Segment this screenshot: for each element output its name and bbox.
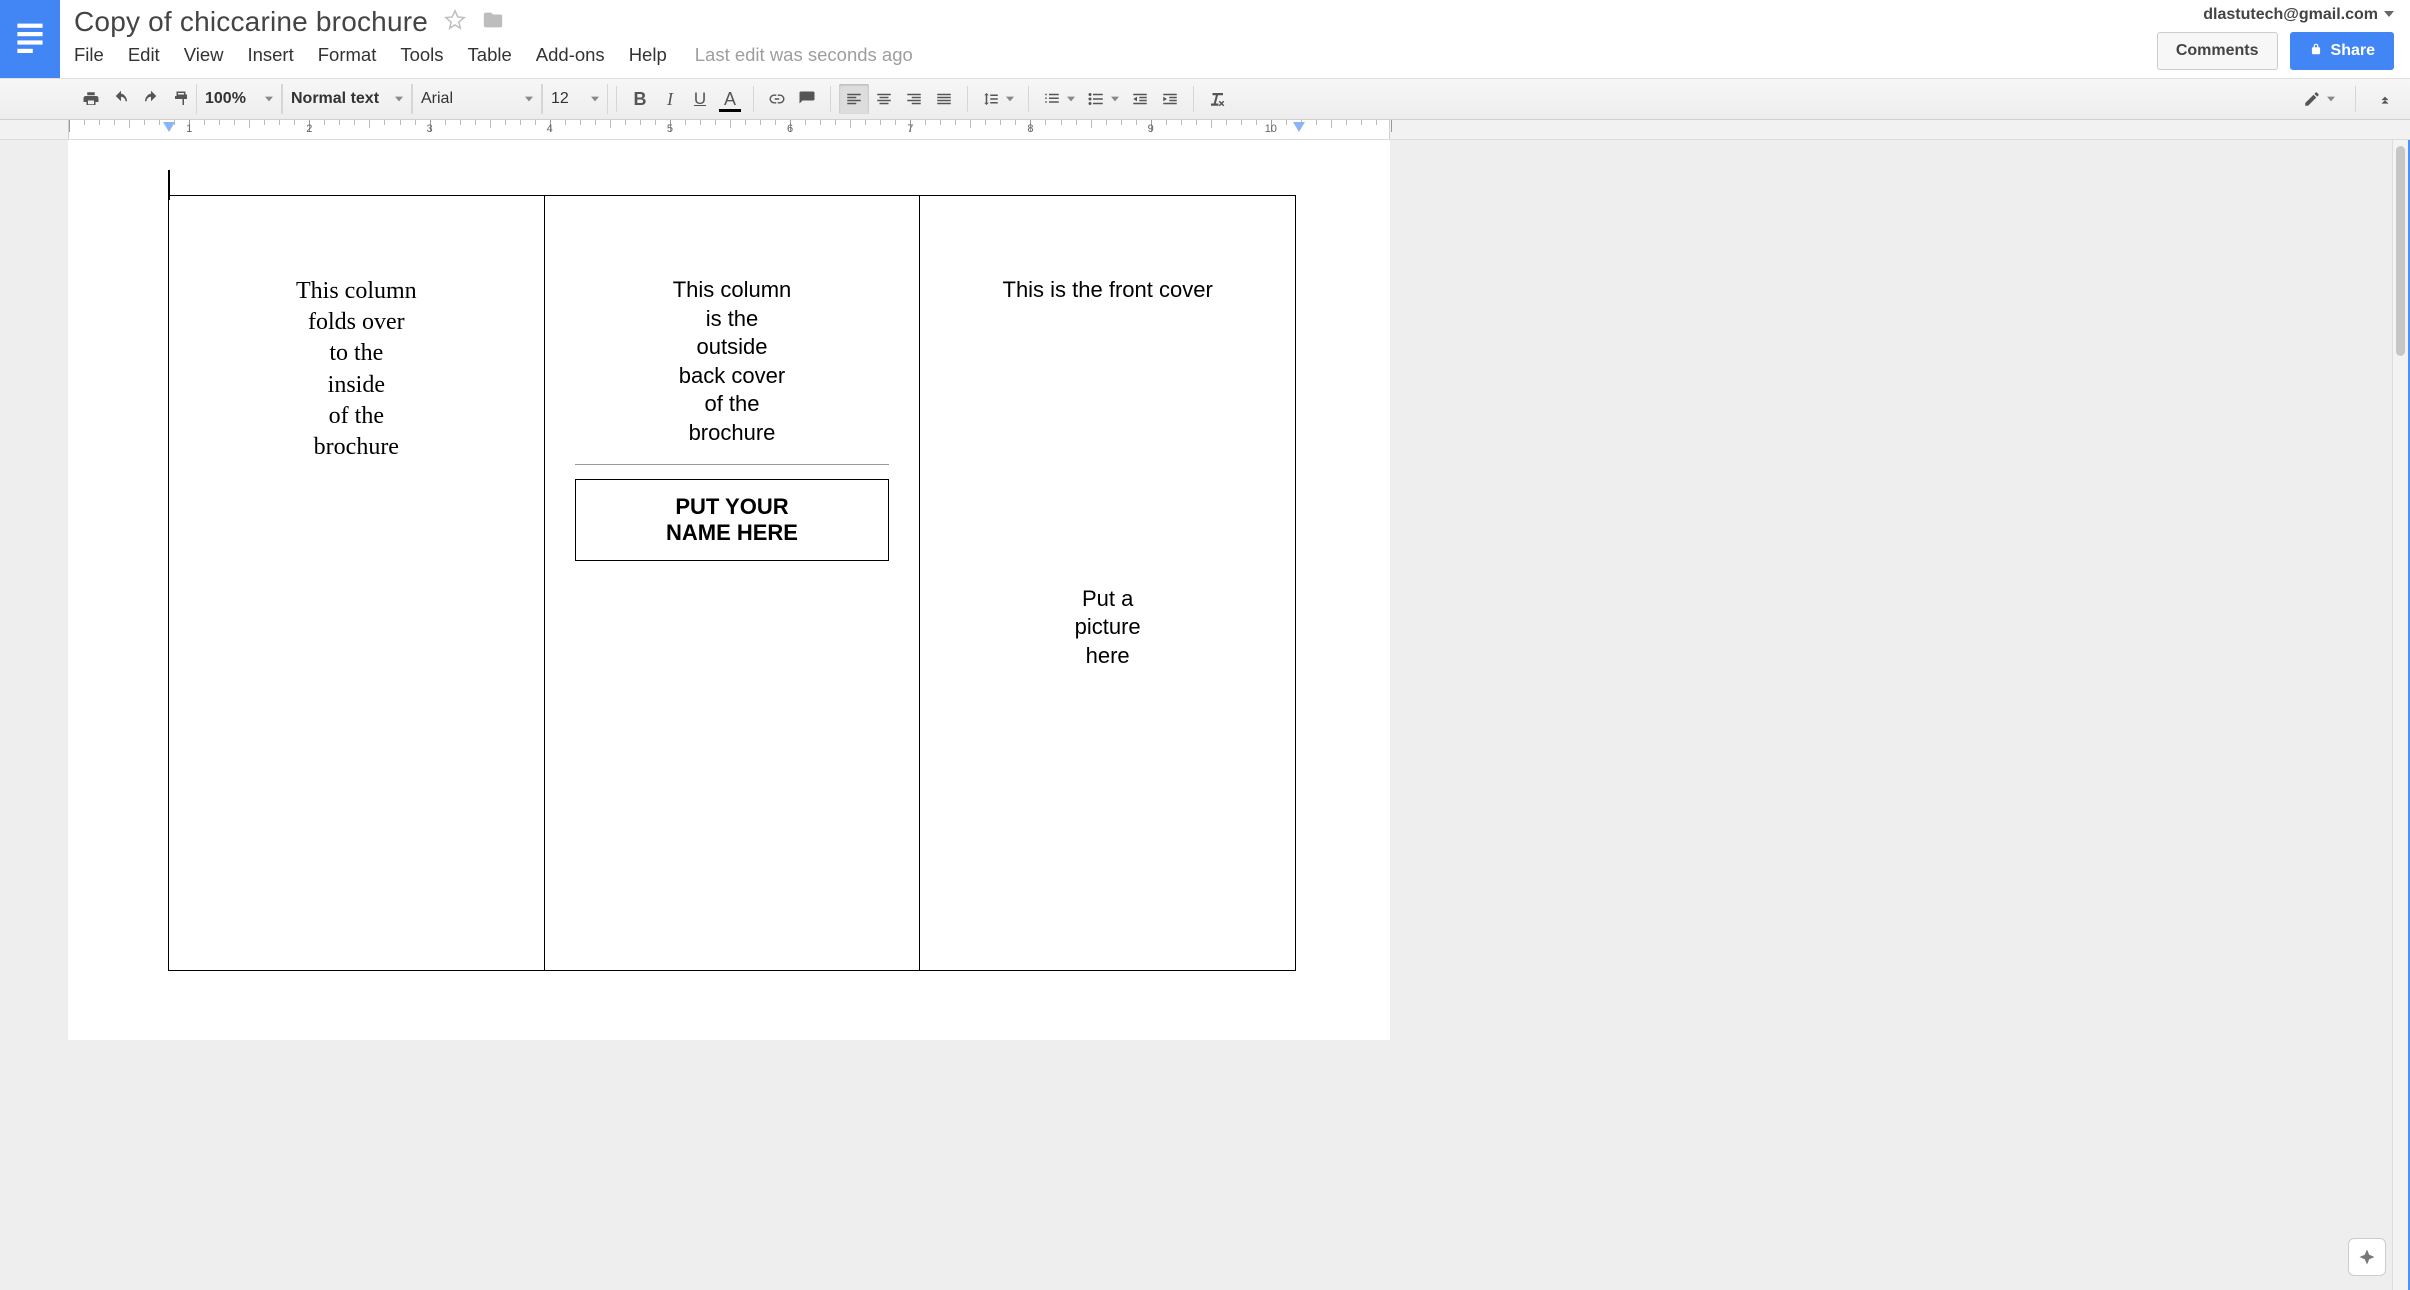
chevron-down-icon (265, 90, 273, 108)
redo-button[interactable] (136, 84, 166, 114)
right-indent-marker[interactable] (1293, 122, 1305, 132)
menu-addons[interactable]: Add-ons (536, 44, 605, 66)
insert-link-button[interactable] (762, 84, 792, 114)
app-home-button[interactable] (0, 0, 60, 78)
left-indent-marker[interactable] (163, 122, 175, 132)
comments-button[interactable]: Comments (2157, 32, 2278, 70)
scrollbar-thumb[interactable] (2396, 146, 2405, 356)
hide-menus-button[interactable] (2370, 84, 2400, 114)
chevron-down-icon (1067, 90, 1075, 108)
share-label: Share (2331, 42, 2375, 60)
table-row: This column folds over to the inside of … (169, 196, 1296, 971)
menu-file[interactable]: File (74, 44, 104, 66)
share-button[interactable]: Share (2290, 32, 2394, 70)
document-canvas[interactable]: This column folds over to the inside of … (0, 140, 2410, 1290)
ruler-label: 3 (426, 123, 432, 135)
underline-button[interactable]: U (685, 84, 715, 114)
chevron-down-icon (2327, 90, 2335, 108)
ruler-label: 9 (1148, 123, 1154, 135)
comments-label: Comments (2176, 42, 2259, 60)
menu-insert[interactable]: Insert (247, 44, 293, 66)
ruler-label: 7 (907, 123, 913, 135)
menu-format[interactable]: Format (318, 44, 377, 66)
move-to-folder-icon[interactable] (482, 9, 504, 36)
align-right-button[interactable] (899, 84, 929, 114)
paragraph-style-combo[interactable]: Normal text (282, 84, 412, 114)
col1-text: This column folds over to the inside of … (189, 276, 524, 463)
menu-bar: File Edit View Insert Format Tools Table… (74, 44, 2410, 66)
ruler-label: 4 (547, 123, 553, 135)
doc-title[interactable]: Copy of chiccarine brochure (74, 6, 428, 38)
line-spacing-button[interactable] (976, 84, 1020, 114)
menu-view[interactable]: View (184, 44, 224, 66)
ruler-label: 6 (787, 123, 793, 135)
brochure-table[interactable]: This column folds over to the inside of … (168, 195, 1296, 971)
numbered-list-button[interactable] (1037, 84, 1081, 114)
name-placeholder-box[interactable]: PUT YOUR NAME HERE (575, 479, 890, 561)
editing-mode-button[interactable] (2297, 84, 2341, 114)
front-cover-text: This is the front cover (940, 276, 1275, 305)
account-menu[interactable]: dlastutech@gmail.com (2203, 6, 2394, 24)
lock-icon (2309, 42, 2323, 61)
ruler-label: 2 (306, 123, 312, 135)
explore-icon (2358, 1248, 2376, 1266)
docs-app-icon (13, 18, 47, 60)
menu-table[interactable]: Table (468, 44, 512, 66)
italic-button[interactable]: I (655, 84, 685, 114)
paint-format-button[interactable] (166, 84, 196, 114)
account-email: dlastutech@gmail.com (2203, 6, 2378, 24)
chevron-down-icon (1111, 90, 1119, 108)
align-center-button[interactable] (869, 84, 899, 114)
font-family-value: Arial (421, 90, 453, 108)
align-left-button[interactable] (839, 84, 869, 114)
ruler-label: 8 (1027, 123, 1033, 135)
paragraph-style-value: Normal text (291, 90, 379, 108)
chevron-down-icon (525, 90, 533, 108)
col2-text: This column is the outside back cover of… (565, 276, 900, 448)
chevron-down-icon (591, 90, 599, 108)
text-color-button[interactable]: A (715, 84, 745, 114)
page[interactable]: This column folds over to the inside of … (68, 140, 1390, 1040)
decrease-indent-button[interactable] (1125, 84, 1155, 114)
bulleted-list-button[interactable] (1081, 84, 1125, 114)
star-icon[interactable] (444, 9, 466, 36)
ruler-label: 1 (186, 123, 192, 135)
bold-button[interactable]: B (625, 84, 655, 114)
last-edit-text: Last edit was seconds ago (695, 44, 913, 66)
font-size-value: 12 (551, 90, 569, 108)
ruler-label: 10 (1265, 123, 1277, 135)
picture-placeholder-text: Put a picture here (940, 585, 1275, 671)
align-justify-button[interactable] (929, 84, 959, 114)
horizontal-ruler[interactable]: 1 2 3 4 5 6 7 8 9 10 (0, 120, 2410, 140)
divider (575, 464, 890, 465)
text-cursor (168, 170, 170, 200)
insert-comment-button[interactable] (792, 84, 822, 114)
brochure-col-2[interactable]: This column is the outside back cover of… (544, 196, 920, 971)
zoom-combo[interactable]: 100% (196, 84, 282, 114)
toolbar: 100% Normal text Arial 12 B I U A (0, 78, 2410, 120)
explore-button[interactable] (2348, 1238, 2386, 1276)
font-family-combo[interactable]: Arial (412, 84, 542, 114)
menu-tools[interactable]: Tools (400, 44, 443, 66)
undo-button[interactable] (106, 84, 136, 114)
print-button[interactable] (76, 84, 106, 114)
menu-edit[interactable]: Edit (128, 44, 160, 66)
vertical-scrollbar[interactable] (2392, 140, 2410, 1290)
font-size-combo[interactable]: 12 (542, 84, 608, 114)
menu-help[interactable]: Help (629, 44, 667, 66)
chevron-down-icon (395, 90, 403, 108)
ruler-label: 5 (667, 123, 673, 135)
brochure-col-3[interactable]: This is the front cover Put a picture he… (920, 196, 1296, 971)
chevron-down-icon (1006, 90, 1014, 108)
brochure-col-1[interactable]: This column folds over to the inside of … (169, 196, 545, 971)
chevron-down-icon (2384, 6, 2394, 24)
zoom-value: 100% (205, 90, 246, 108)
increase-indent-button[interactable] (1155, 84, 1185, 114)
clear-formatting-button[interactable] (1202, 84, 1232, 114)
